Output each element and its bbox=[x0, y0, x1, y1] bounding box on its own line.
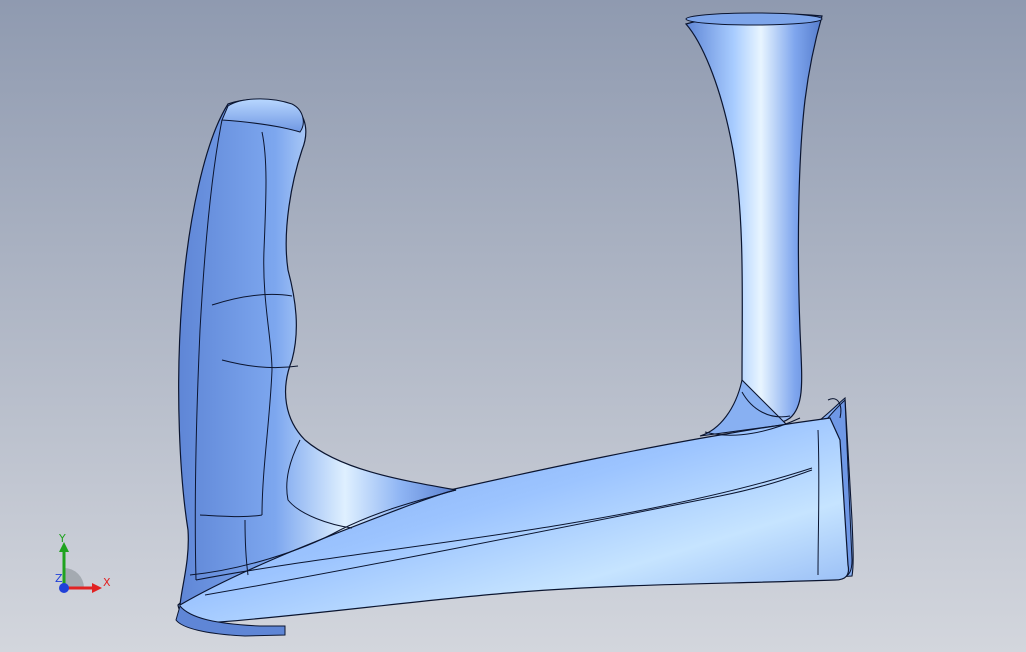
x-axis-head bbox=[92, 583, 102, 593]
z-axis-label: Z bbox=[55, 572, 63, 585]
x-axis-label: X bbox=[103, 576, 111, 589]
model-view[interactable] bbox=[0, 0, 1026, 652]
graphics-viewport[interactable]: Y X Z bbox=[0, 0, 1026, 652]
y-axis-label: Y bbox=[59, 532, 66, 545]
right-post-top bbox=[685, 12, 823, 26]
orientation-triad[interactable]: Y X Z bbox=[48, 528, 118, 600]
